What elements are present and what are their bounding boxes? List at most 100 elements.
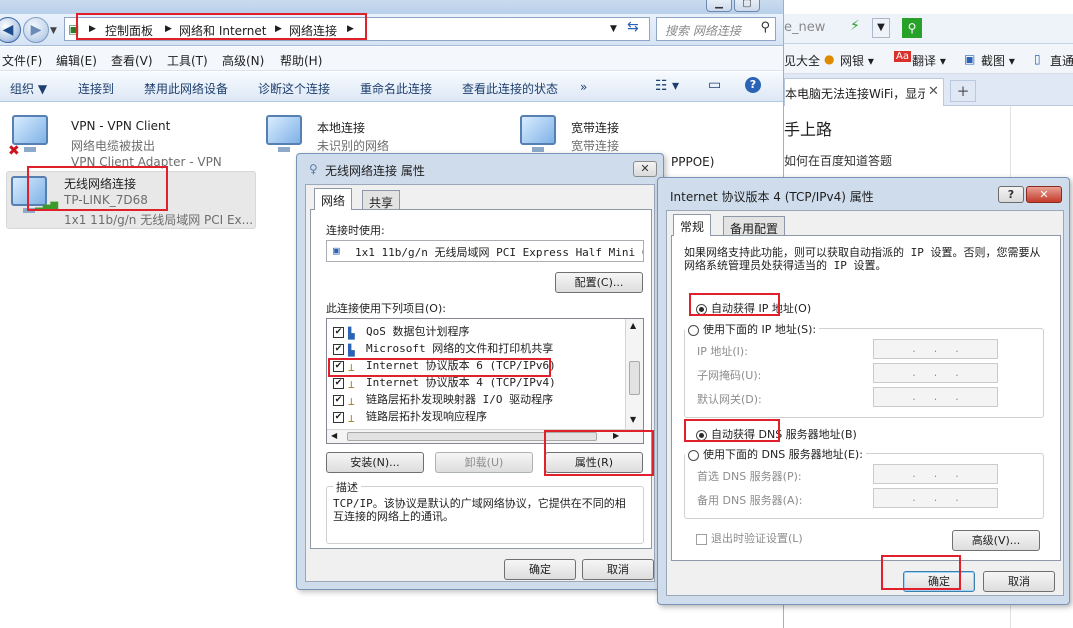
- search-input[interactable]: 搜索 网络连接 ⚲: [656, 17, 776, 41]
- breadcrumb-control-panel[interactable]: 控制面板: [105, 22, 153, 39]
- menu-help[interactable]: 帮助(H): [280, 52, 322, 69]
- address-box[interactable]: ▣ ▶ 控制面板 ▶ 网络和 Internet ▶ 网络连接 ▶ ▼ ⇆: [64, 17, 650, 41]
- search-engine-icon[interactable]: ⚲: [902, 18, 922, 38]
- radio-button[interactable]: [688, 324, 699, 336]
- view-options-icon[interactable]: ☷ ▾: [655, 78, 679, 94]
- list-item[interactable]: ✔ ⊥ 链路层拓扑发现映射器 I/O 驱动程序: [333, 391, 553, 408]
- close-tab-icon[interactable]: ✕: [928, 84, 939, 99]
- ip-address-field[interactable]: ...: [873, 339, 998, 359]
- tab-alternate-configuration[interactable]: 备用配置: [723, 216, 786, 236]
- favorite-item[interactable]: 见大全: [784, 52, 820, 69]
- checkbox[interactable]: ✔: [333, 411, 344, 423]
- scroll-left-icon[interactable]: ◀: [331, 431, 337, 440]
- horizontal-scrollbar[interactable]: ◀ ▶: [327, 429, 643, 443]
- configure-button[interactable]: 配置(C)...: [555, 272, 643, 293]
- close-button[interactable]: ✕: [1026, 186, 1062, 203]
- forward-button[interactable]: ▶: [23, 17, 49, 43]
- ok-button[interactable]: 确定: [903, 571, 975, 592]
- favorite-item[interactable]: 网银 ▾: [840, 52, 874, 69]
- checkbox[interactable]: ✔: [333, 377, 344, 389]
- new-tab-button[interactable]: +: [950, 80, 976, 102]
- address-dropdown-icon[interactable]: ▼: [610, 24, 617, 34]
- breadcrumb-network-connections[interactable]: 网络连接: [289, 22, 337, 39]
- cancel-button[interactable]: 取消: [582, 559, 654, 580]
- menu-advanced[interactable]: 高级(N): [222, 52, 264, 69]
- gateway-field[interactable]: ...: [873, 387, 998, 407]
- subnet-mask-field[interactable]: ...: [873, 363, 998, 383]
- ok-button[interactable]: 确定: [504, 559, 576, 580]
- breadcrumb-network-internet[interactable]: 网络和 Internet: [179, 22, 266, 39]
- auto-ip-radio[interactable]: 自动获得 IP 地址(O): [696, 300, 811, 316]
- tab-sharing[interactable]: 共享: [362, 190, 401, 210]
- validate-on-exit-checkbox[interactable]: 退出时验证设置(L): [696, 530, 803, 546]
- chevron-right-icon[interactable]: ▶: [347, 24, 354, 34]
- favorite-item[interactable]: 翻译 ▾: [912, 52, 946, 69]
- menu-view[interactable]: 查看(V): [111, 52, 153, 69]
- maximize-button[interactable]: ▢: [734, 0, 760, 12]
- install-button[interactable]: 安装(N)...: [326, 452, 424, 473]
- preview-pane-icon[interactable]: ▭: [708, 77, 721, 93]
- tab-network[interactable]: 网络: [314, 188, 353, 210]
- view-status-button[interactable]: 查看此连接的状态: [462, 80, 558, 97]
- help-button[interactable]: ?: [998, 186, 1024, 203]
- minimize-button[interactable]: ▁: [706, 0, 732, 12]
- menu-file[interactable]: 文件(F): [2, 52, 42, 69]
- browser-address-text[interactable]: e_new: [784, 20, 825, 35]
- menu-edit[interactable]: 编辑(E): [56, 52, 97, 69]
- protocol-list[interactable]: ✔ ▙ QoS 数据包计划程序 ✔ ▙ Microsoft 网络的文件和打印机共享 ✔ ⊥…: [326, 318, 644, 444]
- list-item[interactable]: ✔ ⊥ Internet 协议版本 6 (TCP/IPv6): [333, 357, 556, 374]
- disable-device-button[interactable]: 禁用此网络设备: [144, 80, 228, 97]
- scroll-up-icon[interactable]: ▲: [630, 321, 636, 330]
- scroll-right-icon[interactable]: ▶: [613, 431, 619, 440]
- list-item[interactable]: ✔ ▙ Microsoft 网络的文件和打印机共享: [333, 340, 553, 357]
- radio-button[interactable]: [696, 429, 707, 441]
- manual-dns-radio[interactable]: 使用下面的 DNS 服务器地址(E):: [685, 446, 866, 462]
- help-icon[interactable]: ?: [745, 77, 761, 93]
- menu-tools[interactable]: 工具(T): [167, 52, 208, 69]
- connect-to-button[interactable]: 连接到: [78, 80, 114, 97]
- chevron-right-icon[interactable]: ▶: [275, 24, 282, 34]
- search-icon[interactable]: ⚲: [760, 20, 770, 35]
- radio-button[interactable]: [696, 303, 707, 315]
- list-item[interactable]: ✔ ⊥ Internet 协议版本 4 (TCP/IPv4): [333, 374, 556, 391]
- advanced-button[interactable]: 高级(V)...: [952, 530, 1040, 551]
- list-item[interactable]: ✔ ▙ QoS 数据包计划程序: [333, 323, 470, 340]
- vertical-scrollbar[interactable]: ▲ ▼: [625, 319, 643, 429]
- properties-button[interactable]: 属性(R): [545, 452, 643, 473]
- checkbox[interactable]: [696, 533, 707, 545]
- manual-ip-radio[interactable]: 使用下面的 IP 地址(S):: [685, 321, 820, 337]
- radio-button[interactable]: [688, 449, 699, 461]
- address-dropdown-icon[interactable]: ▼: [872, 18, 890, 38]
- checkbox[interactable]: ✔: [333, 394, 344, 406]
- scroll-thumb-horizontal[interactable]: [347, 432, 597, 441]
- cancel-button[interactable]: 取消: [983, 571, 1055, 592]
- uninstall-button[interactable]: 卸载(U): [435, 452, 533, 473]
- list-item[interactable]: ✔ ⊥ 链路层拓扑发现响应程序: [333, 408, 487, 425]
- checkbox[interactable]: ✔: [333, 343, 344, 355]
- rename-button[interactable]: 重命名此连接: [360, 80, 432, 97]
- more-commands-button[interactable]: »: [580, 80, 587, 94]
- checkbox[interactable]: ✔: [333, 360, 344, 372]
- diagnose-button[interactable]: 诊断这个连接: [258, 80, 330, 97]
- favorite-item[interactable]: 截图 ▾: [981, 52, 1015, 69]
- alternate-dns-field[interactable]: ...: [873, 488, 998, 508]
- browser-content-link[interactable]: 如何在百度知道答题: [784, 152, 892, 169]
- connection-vpn[interactable]: ✖ VPN - VPN Client 网络电缆被拔出 VPN Client Ad…: [8, 111, 258, 169]
- auto-dns-radio[interactable]: 自动获得 DNS 服务器地址(B): [696, 426, 857, 442]
- checkbox[interactable]: ✔: [333, 326, 344, 338]
- close-button[interactable]: ✕: [633, 161, 657, 177]
- lightning-icon[interactable]: ⚡: [850, 18, 860, 34]
- browser-tab[interactable]: 本电脑无法连接WiFi，显示 ✕: [784, 78, 944, 106]
- organize-button[interactable]: 组织 ▼: [10, 80, 47, 97]
- recent-pages-dropdown[interactable]: ▼: [50, 26, 57, 36]
- protocol-icon: ⊥: [348, 377, 355, 391]
- tab-general[interactable]: 常规: [673, 214, 712, 236]
- chevron-right-icon[interactable]: ▶: [165, 24, 172, 34]
- scroll-down-icon[interactable]: ▼: [630, 415, 636, 424]
- connection-wireless[interactable]: ▂▄▆ 无线网络连接 TP-LINK_7D68 1x1 11b/g/n 无线局域…: [6, 171, 256, 229]
- refresh-icon[interactable]: ⇆: [627, 19, 639, 35]
- chevron-right-icon[interactable]: ▶: [89, 24, 96, 34]
- preferred-dns-field[interactable]: ...: [873, 464, 998, 484]
- scroll-thumb[interactable]: [629, 361, 640, 395]
- favorite-item[interactable]: 直通: [1050, 52, 1073, 69]
